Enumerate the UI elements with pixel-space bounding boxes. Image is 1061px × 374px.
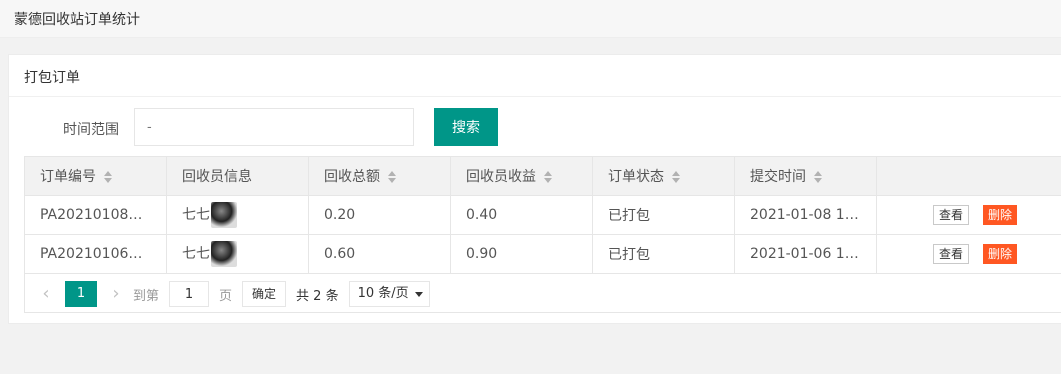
actions-cell: 查看 删除 [876, 234, 1061, 274]
order-no-cell: PA2021010653... [24, 234, 167, 274]
col-collector: 回收员信息 [166, 156, 309, 196]
status-cell: 已打包 [592, 234, 735, 274]
sort-icon[interactable] [814, 171, 823, 183]
collector-cell: 七七 [166, 195, 309, 235]
next-page-icon[interactable]: › [109, 284, 123, 304]
search-button[interactable]: 搜索 [434, 108, 498, 146]
col-time[interactable]: 提交时间 [734, 156, 877, 196]
card-title: 打包订单 [24, 70, 80, 86]
sort-icon[interactable] [104, 171, 113, 183]
page-size-select[interactable]: 10 条/页 [348, 281, 430, 307]
page-1-button[interactable]: 1 [65, 281, 97, 307]
col-earning[interactable]: 回收员收益 [450, 156, 593, 196]
col-order-no[interactable]: 订单编号 [24, 156, 167, 196]
sort-icon[interactable] [388, 171, 397, 183]
total-count: 共 2 条 [296, 288, 339, 304]
orders-card: 打包订单 时间范围 搜索 订单编号 回收员信息 回收总额 回收员收益 订单状态 … [8, 54, 1061, 324]
avatar [211, 241, 237, 267]
table-row: PA2021010898... 七七 0.20 0.40 已打包 2021-01… [24, 195, 1061, 235]
total-cell: 0.20 [308, 195, 451, 235]
goto-page-input[interactable] [169, 281, 210, 307]
collector-name: 七七 [182, 246, 210, 262]
earning-cell: 0.40 [450, 195, 593, 235]
time-cell: 2021-01-08 16:38 [734, 195, 877, 235]
time-cell: 2021-01-06 10:34 [734, 234, 877, 274]
collector-name: 七七 [182, 207, 210, 223]
col-total[interactable]: 回收总额 [308, 156, 451, 196]
time-range-label: 时间范围 [63, 122, 119, 138]
goto-confirm-button[interactable]: 确定 [242, 281, 287, 307]
view-button[interactable]: 查看 [932, 244, 969, 264]
time-range-input[interactable] [134, 108, 414, 146]
actions-cell: 查看 删除 [876, 195, 1061, 235]
avatar [211, 202, 237, 228]
orders-table: 订单编号 回收员信息 回收总额 回收员收益 订单状态 提交时间 PA202101… [24, 156, 1061, 274]
page-unit-label: 页 [219, 288, 233, 304]
sort-icon[interactable] [544, 171, 553, 183]
page-title: 蒙德回收站订单统计 [14, 12, 140, 28]
view-button[interactable]: 查看 [932, 205, 969, 225]
caret-down-icon [414, 291, 423, 297]
col-status[interactable]: 订单状态 [592, 156, 735, 196]
pagination-bar: ‹ 1 › 到第 页 确定 共 2 条 10 条/页 [24, 273, 1061, 313]
pagination: ‹ 1 › 到第 页 确定 共 2 条 10 条/页 [39, 281, 430, 307]
prev-page-icon[interactable]: ‹ [39, 284, 53, 304]
col-actions [876, 156, 1061, 196]
goto-label: 到第 [133, 288, 160, 304]
total-cell: 0.60 [308, 234, 451, 274]
delete-button[interactable]: 删除 [983, 244, 1018, 264]
delete-button[interactable]: 删除 [983, 205, 1018, 225]
order-no-cell: PA2021010898... [24, 195, 167, 235]
top-bar: 蒙德回收站订单统计 [0, 0, 1061, 38]
page-size-value: 10 条/页 [357, 286, 409, 301]
table-row: PA2021010653... 七七 0.60 0.90 已打包 2021-01… [24, 234, 1061, 274]
status-cell: 已打包 [592, 195, 735, 235]
collector-cell: 七七 [166, 234, 309, 274]
earning-cell: 0.90 [450, 234, 593, 274]
sort-icon[interactable] [672, 171, 681, 183]
table-header-row: 订单编号 回收员信息 回收总额 回收员收益 订单状态 提交时间 [24, 156, 1061, 196]
card-header: 打包订单 [9, 55, 1061, 97]
